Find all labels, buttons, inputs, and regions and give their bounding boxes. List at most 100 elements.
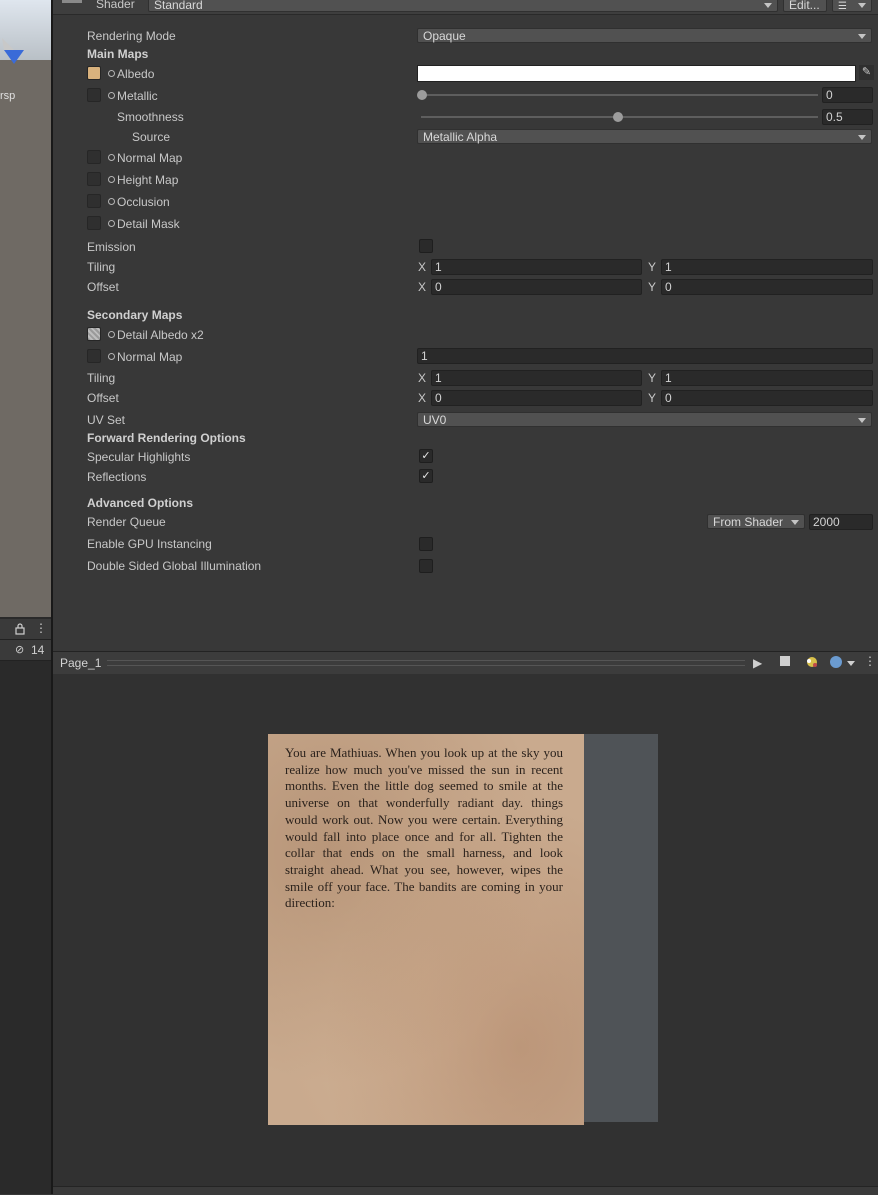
secondary-tiling-y-field[interactable]: 1 [661,370,873,386]
secondary-normal-scale-field[interactable]: 1 [417,348,873,364]
shader-value: Standard [154,0,203,12]
object-picker-icon[interactable] [108,176,115,183]
preview-title: Page_1 [60,656,102,670]
secondary-offset-label: Offset [87,391,119,405]
hierarchy-panel [0,617,51,1194]
detail-mask-label: Detail Mask [117,217,180,231]
detail-albedo-slot[interactable] [87,327,101,341]
normal-map-slot[interactable] [87,150,101,164]
scene-view[interactable]: rsp [0,0,51,617]
tiling-x-field[interactable]: 1 [431,259,642,275]
gpu-instancing-label: Enable GPU Instancing [87,537,212,551]
chevron-down-icon [858,135,866,140]
left-panel-toolbar-2: ⊘ 14 [0,640,51,661]
page-text: You are Mathiuas. When you look up at th… [285,745,563,911]
secondary-tiling-label: Tiling [87,371,116,385]
chevron-down-icon [791,520,799,525]
object-picker-icon[interactable] [108,331,115,338]
list-icon: ☰ [838,1,847,12]
offset-y-field[interactable]: 0 [661,279,873,295]
smoothness-label: Smoothness [117,110,184,124]
source-value: Metallic Alpha [423,130,498,144]
metallic-slider-track[interactable] [421,94,818,96]
visibility-hidden-icon[interactable]: ⊘ [15,643,24,656]
light-icon[interactable] [804,655,820,670]
specular-highlights-checkbox[interactable]: ✓ [419,449,433,463]
more-options-icon[interactable]: ⋮ [864,654,876,668]
chevron-down-icon [858,34,866,39]
metallic-texture-slot[interactable] [87,88,101,102]
occlusion-slot[interactable] [87,194,101,208]
shader-dropdown[interactable]: Standard [148,0,778,12]
albedo-color-field[interactable] [417,65,856,82]
material-icon [62,0,82,3]
secondary-offset-y-field[interactable]: 0 [661,390,873,406]
object-picker-icon[interactable] [108,353,115,360]
metallic-label: Metallic [117,89,158,103]
metallic-value-field[interactable]: 0 [822,87,873,103]
eyedropper-icon[interactable]: ✎ [859,65,874,80]
chevron-down-icon [858,3,866,8]
main-maps-header: Main Maps [87,47,149,61]
albedo-label: Albedo [117,67,155,81]
tiling-y-field[interactable]: 1 [661,259,873,275]
height-map-slot[interactable] [87,172,101,186]
secondary-offset-x-field[interactable]: 0 [431,390,642,406]
preview-header[interactable]: Page_1 ▶ ⋮ [53,651,878,675]
forward-rendering-header: Forward Rendering Options [87,431,246,445]
secondary-tiling-y-label: Y [648,371,657,385]
shader-edit-button[interactable]: Edit... [783,0,827,12]
secondary-offset-x-label: X [418,391,427,405]
object-picker-icon[interactable] [108,220,115,227]
offset-x-field[interactable]: 0 [431,279,642,295]
more-options-icon[interactable]: ⋮ [35,621,47,635]
offset-x-label: X [418,280,427,294]
object-picker-icon[interactable] [108,154,115,161]
double-sided-gi-checkbox[interactable] [419,559,433,573]
left-panel-toolbar: ⋮ [0,619,51,640]
tiling-x-label: X [418,260,427,274]
tiling-label: Tiling [87,260,116,274]
secondary-tiling-x-label: X [418,371,427,385]
object-picker-icon[interactable] [108,92,115,99]
scene-gizmo-icon[interactable] [0,30,30,65]
rendering-mode-label: Rendering Mode [87,29,176,43]
uv-set-value: UV0 [423,413,447,427]
render-queue-dropdown[interactable]: From Shader [707,514,805,529]
secondary-maps-header: Secondary Maps [87,308,183,322]
rendering-mode-value: Opaque [423,29,466,43]
object-picker-icon[interactable] [108,198,115,205]
sphere-preview-icon[interactable] [829,655,857,670]
shader-menu-button[interactable]: ☰ [832,0,872,12]
normal-map-label: Normal Map [117,151,183,165]
smoothness-slider-knob[interactable] [613,112,623,122]
emission-label: Emission [87,240,136,254]
reflections-checkbox[interactable]: ✓ [419,469,433,483]
render-queue-value-field[interactable]: 2000 [809,514,873,530]
chevron-down-icon [764,3,772,8]
secondary-offset-y-label: Y [648,391,657,405]
uv-set-dropdown[interactable]: UV0 [417,412,872,427]
smoothness-value-field[interactable]: 0.5 [822,109,873,125]
metallic-slider-knob[interactable] [417,90,427,100]
page-side-edge [584,734,658,1122]
albedo-texture-slot[interactable] [87,66,101,80]
stop-icon[interactable] [780,656,790,666]
shader-edit-label: Edit... [789,0,820,12]
secondary-tiling-x-field[interactable]: 1 [431,370,642,386]
uv-set-label: UV Set [87,413,126,427]
detail-mask-slot[interactable] [87,216,101,230]
secondary-normal-map-slot[interactable] [87,349,101,363]
rendering-mode-dropdown[interactable]: Opaque [417,28,872,43]
lock-icon[interactable] [15,623,25,635]
object-picker-icon[interactable] [108,70,115,77]
render-queue-mode: From Shader [713,515,784,529]
play-icon[interactable]: ▶ [753,656,762,670]
shader-label: Shader [96,0,135,11]
preview-drag-handle[interactable] [107,660,745,666]
offset-y-label: Y [648,280,657,294]
source-dropdown[interactable]: Metallic Alpha [417,129,872,144]
double-sided-gi-label: Double Sided Global Illumination [87,559,262,573]
emission-checkbox[interactable] [419,239,433,253]
gpu-instancing-checkbox[interactable] [419,537,433,551]
